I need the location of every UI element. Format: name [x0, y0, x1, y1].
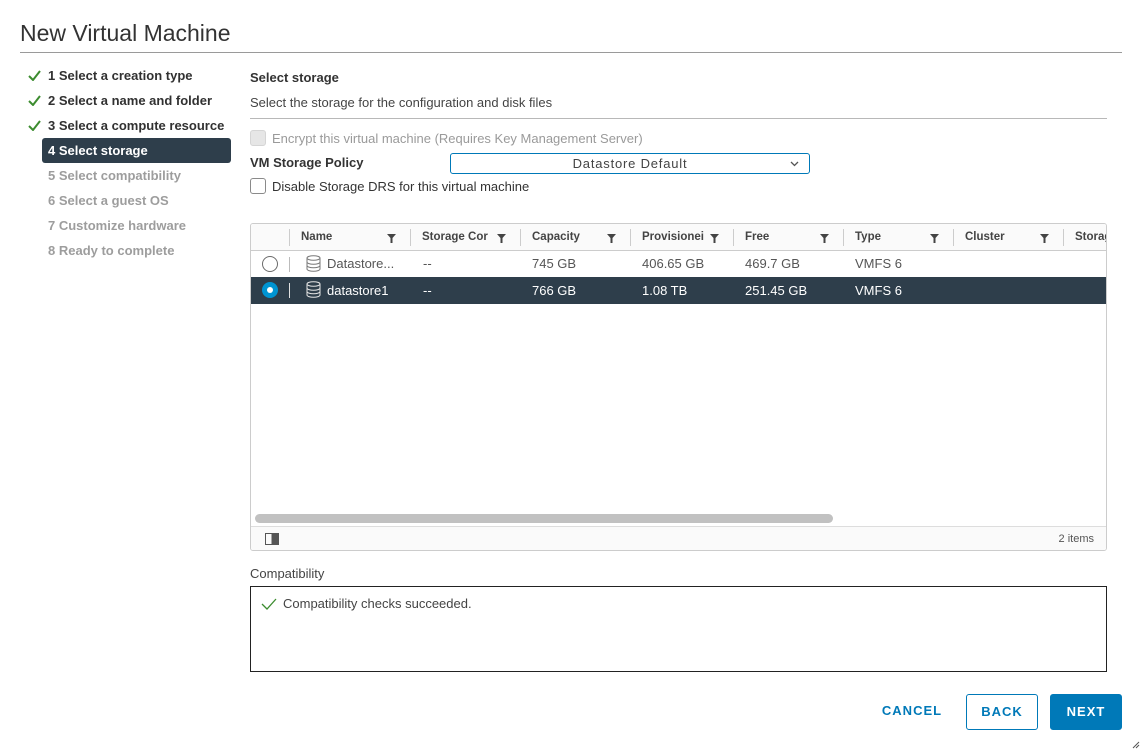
cell-storage-compat: -- [423, 256, 432, 271]
step-label: 6 Select a guest OS [48, 193, 169, 208]
column-header-storage-compat[interactable]: Storage Cor [422, 224, 492, 251]
drs-row: Disable Storage DRS for this virtual mac… [250, 178, 529, 194]
column-header-type[interactable]: Type [855, 224, 925, 251]
cell-free: 251.45 GB [745, 283, 808, 298]
table-row-selected[interactable]: datastore1 -- 766 GB 1.08 TB 251.45 GB V… [251, 277, 1106, 304]
page-subtitle: Select the storage for the configuration… [250, 95, 553, 110]
row-radio-selected[interactable] [262, 282, 278, 298]
cancel-button[interactable]: CANCEL [874, 694, 950, 730]
column-header-provisioned[interactable]: Provisionei [642, 224, 704, 251]
step-label: 3 Select a compute resource [48, 118, 225, 133]
disable-drs-label: Disable Storage DRS for this virtual mac… [272, 178, 530, 194]
encrypt-row: Encrypt this virtual machine (Requires K… [250, 130, 643, 146]
cell-provisioned: 406.65 GB [642, 256, 705, 271]
datastore-icon [306, 255, 321, 272]
filter-icon[interactable] [820, 234, 829, 243]
filter-icon[interactable] [607, 234, 616, 243]
cell-name[interactable]: Datastore... [327, 251, 403, 277]
step-creation-type[interactable]: 1 Select a creation type [26, 63, 232, 88]
check-icon [28, 120, 41, 131]
compatibility-text: Compatibility checks succeeded. [283, 596, 472, 611]
step-guest-os: 6 Select a guest OS [26, 188, 232, 213]
step-label: 2 Select a name and folder [48, 93, 213, 108]
cell-storage-compat: -- [423, 283, 432, 298]
filter-icon[interactable] [930, 234, 939, 243]
check-icon [261, 598, 277, 610]
disable-drs-checkbox[interactable] [250, 178, 266, 194]
page-title: Select storage [250, 70, 339, 85]
step-compatibility: 5 Select compatibility [26, 163, 232, 188]
column-separator [1063, 229, 1064, 246]
filter-icon[interactable] [387, 234, 396, 243]
item-count: 2 items [1058, 533, 1094, 545]
datastore-grid: Name Storage Cor Capacity Provisionei Fr… [250, 223, 1107, 551]
resize-handle-icon[interactable] [1132, 741, 1140, 749]
column-header-name[interactable]: Name [301, 224, 381, 251]
cell-free: 469.7 GB [745, 256, 800, 271]
cell-capacity: 766 GB [532, 283, 577, 298]
compatibility-message: Compatibility checks succeeded. [261, 596, 472, 611]
column-separator [733, 229, 734, 246]
storage-policy-select[interactable]: Datastore Default [450, 153, 810, 174]
filter-icon[interactable] [497, 234, 506, 243]
horizontal-scrollbar[interactable] [253, 512, 1106, 526]
cell-name[interactable]: datastore1 [327, 277, 403, 304]
column-header-cluster[interactable]: Cluster [965, 224, 1035, 251]
encrypt-label: Encrypt this virtual machine (Requires K… [272, 130, 643, 146]
storage-policy-label: VM Storage Policy [250, 155, 364, 170]
column-header-free[interactable]: Free [745, 224, 815, 251]
datastore-icon [306, 281, 321, 298]
storage-policy-row: VM Storage Policy Datastore Default [250, 153, 810, 174]
next-button[interactable]: NEXT [1050, 694, 1122, 730]
column-separator [843, 229, 844, 246]
cell-provisioned: 1.08 TB [642, 283, 688, 298]
column-separator [953, 229, 954, 246]
step-label: 1 Select a creation type [48, 68, 193, 83]
back-button[interactable]: BACK [966, 694, 1038, 730]
row-separator [289, 283, 290, 298]
column-header-storage[interactable]: Storag [1075, 224, 1106, 251]
grid-footer: 2 items [251, 526, 1106, 550]
filter-icon[interactable] [710, 234, 719, 243]
column-separator [410, 229, 411, 246]
scrollbar-thumb[interactable] [255, 514, 833, 523]
column-separator [520, 229, 521, 246]
check-icon [28, 95, 41, 106]
step-ready: 8 Ready to complete [26, 238, 232, 263]
step-select-storage[interactable]: 4 Select storage [42, 138, 231, 163]
row-radio[interactable] [262, 256, 278, 272]
step-compute-resource[interactable]: 3 Select a compute resource [26, 113, 232, 138]
chevron-down-icon [790, 161, 799, 167]
step-label: 4 Select storage [48, 143, 148, 158]
storage-policy-value: Datastore Default [572, 156, 688, 171]
check-icon [28, 70, 41, 81]
column-header-capacity[interactable]: Capacity [532, 224, 602, 251]
title-divider [20, 52, 1122, 53]
table-row[interactable]: Datastore... -- 745 GB 406.65 GB 469.7 G… [251, 251, 1106, 277]
grid-header: Name Storage Cor Capacity Provisionei Fr… [251, 224, 1106, 251]
encrypt-checkbox[interactable] [250, 130, 266, 146]
cell-capacity: 745 GB [532, 256, 577, 271]
step-name-folder[interactable]: 2 Select a name and folder [26, 88, 232, 113]
cell-type: VMFS 6 [855, 256, 902, 271]
compatibility-label: Compatibility [250, 566, 325, 581]
column-toggle-icon[interactable] [265, 533, 279, 545]
dialog-title: New Virtual Machine [20, 20, 231, 46]
wizard-steps: 1 Select a creation type 2 Select a name… [26, 63, 232, 263]
cell-type: VMFS 6 [855, 283, 902, 298]
filter-icon[interactable] [1040, 234, 1049, 243]
column-separator [289, 229, 290, 246]
column-separator [630, 229, 631, 246]
row-separator [289, 257, 290, 272]
section-divider [250, 118, 1107, 119]
step-label: 5 Select compatibility [48, 168, 181, 183]
compatibility-panel: Compatibility checks succeeded. [250, 586, 1107, 672]
step-label: 7 Customize hardware [48, 218, 186, 233]
step-customize-hardware: 7 Customize hardware [26, 213, 232, 238]
main-panel: Select storage Select the storage for th… [250, 68, 1107, 672]
step-label: 8 Ready to complete [48, 243, 175, 258]
